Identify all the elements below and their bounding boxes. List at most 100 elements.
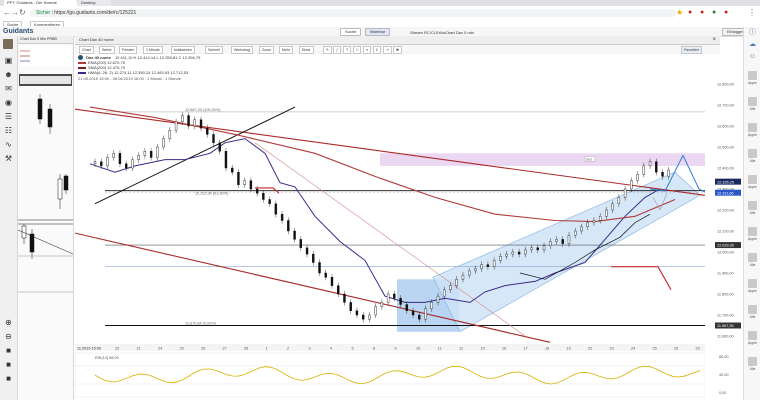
sidebar-item[interactable]: Apple [746, 279, 759, 293]
arrow-tool-icon[interactable]: ↗ [383, 46, 393, 54]
sub-tab[interactable]: Stream RC/CI-Erlös [410, 30, 445, 35]
main-chart-header: Chart Dax 40 nome × [75, 36, 720, 45]
candle-up [162, 138, 165, 148]
candle-up [623, 188, 627, 198]
sidebar-item[interactable]: Apple [746, 175, 759, 189]
folder-icon[interactable]: ■ [4, 374, 13, 383]
tools-icon[interactable]: ⚒ [4, 154, 13, 163]
sidebar-item[interactable]: Apple [746, 331, 759, 345]
time-tick-label: 5 [352, 347, 354, 351]
toolbar-tools[interactable]: Werkzeug [231, 46, 254, 54]
search-tab[interactable]: Suche [340, 28, 362, 36]
sidebar-item[interactable]: Apple [746, 123, 759, 137]
candle-up [368, 314, 371, 320]
toolbar-indicators[interactable]: Indikatoren [171, 46, 195, 54]
trash-icon[interactable]: ✖ [393, 46, 403, 54]
forward-icon[interactable]: → [11, 9, 19, 17]
toolbar-more[interactable]: Mehr [279, 46, 294, 54]
indicator-tick-label: 0,00 [719, 391, 726, 395]
candle-up [461, 274, 465, 280]
cloud-icon[interactable]: ☁ [746, 41, 759, 48]
back-icon[interactable]: ← [3, 9, 11, 17]
monitor-icon[interactable]: ▣ [4, 56, 13, 65]
candle-up [467, 270, 471, 276]
toolbar-settings[interactable]: Einst. [299, 46, 314, 54]
extension-icon[interactable]: ● [724, 9, 728, 17]
text-tool-icon[interactable]: T [343, 46, 352, 54]
menu-icon[interactable]: ⋮ [748, 9, 756, 17]
mail-icon[interactable]: ✉ [4, 84, 13, 93]
secure-label: Sicher [36, 10, 51, 16]
price-tick-label: 11.800,00 [717, 293, 734, 297]
shape-tool-icon[interactable]: □ [353, 46, 362, 54]
legend-range: 21.06.2019 15:00 - 28.06.2019 16:00 : 1 … [78, 76, 181, 81]
candle-down [199, 119, 203, 129]
remove-icon[interactable]: ⊖ [4, 332, 13, 341]
folder-icon[interactable]: ■ [4, 346, 13, 355]
user-thumbnail [748, 175, 757, 184]
sidebar-item[interactable]: Apple [746, 71, 759, 85]
sidebar-item-label: Apple [748, 341, 757, 345]
candle-down [399, 297, 402, 305]
candle-down [280, 213, 284, 221]
candle-up [449, 285, 452, 291]
small-chart[interactable] [18, 44, 73, 400]
guidants-logo[interactable]: Guidants [3, 28, 33, 35]
channel-tool-icon[interactable]: ‖ [373, 46, 381, 54]
candle-up [611, 203, 614, 211]
sidebar-item[interactable]: Alle [746, 201, 759, 215]
eye-icon[interactable]: ◉ [4, 98, 13, 107]
sidebar-item[interactable]: Alle [746, 97, 759, 111]
add-icon[interactable]: ⊕ [4, 318, 13, 327]
list-icon[interactable]: ☷ [4, 126, 13, 135]
chat-icon[interactable]: ☰ [4, 112, 13, 121]
sidebar-item-label: Apple [748, 237, 757, 241]
sidebar-item-label: Apple [748, 81, 757, 85]
time-tick-label: 4 [330, 347, 332, 351]
legend-row[interactable]: HMA(6, 26, 2) 12.274,11 12.350,24 12.483… [78, 70, 258, 75]
toolbar-zoom[interactable]: Zoom [259, 46, 275, 54]
drawing-tool-icon[interactable]: ✎ [323, 46, 333, 54]
candle-up [174, 121, 178, 131]
price-tick-label: 11.700,00 [717, 314, 734, 318]
sidebar-item[interactable]: Alle [746, 305, 759, 319]
indicator-tick-label: 80,00 [719, 355, 729, 359]
watchlist-tab[interactable]: Warnbar [365, 28, 391, 36]
close-icon[interactable]: × [712, 36, 716, 44]
toolbar-werte[interactable]: Werte [99, 46, 115, 54]
extension-icon[interactable]: ● [688, 9, 692, 17]
candle-down [293, 230, 296, 240]
folder-icon[interactable]: ■ [4, 360, 13, 369]
star-icon[interactable]: ★ [676, 9, 683, 17]
extension-icon[interactable]: ● [700, 9, 704, 17]
toolbar-chart[interactable]: Chart [79, 46, 94, 54]
chart-icon[interactable]: ∿ [4, 140, 13, 149]
sidebar-item[interactable]: Apple [746, 227, 759, 241]
avatar[interactable] [3, 39, 13, 49]
time-tick-label: 8 [373, 347, 375, 351]
toolbar-fenster[interactable]: Fenster [119, 46, 138, 54]
sidebar-item[interactable]: Alle [746, 149, 759, 163]
candle-down [561, 239, 564, 244]
sidebar-item[interactable]: Alle [746, 253, 759, 267]
sub-tab[interactable]: Chart Dax 5 min [445, 30, 474, 35]
line-tool-icon[interactable]: ╱ [333, 46, 342, 54]
candle-up [586, 222, 589, 228]
fib-tool-icon[interactable]: ≡ [363, 46, 372, 54]
candle-up [131, 159, 134, 169]
toolbar-quick[interactable]: Schnell [205, 46, 223, 54]
sidebar-item-label: Alle [749, 263, 756, 267]
toolbar-interval[interactable]: 1 Minute [143, 46, 163, 54]
candle-down [355, 310, 359, 316]
sidebar-item[interactable]: Alle [746, 357, 759, 371]
help-icon[interactable]: ⓘ [746, 29, 759, 36]
url-field[interactable]: Sicher | https://go.guidants.com/de#c/12… [30, 9, 676, 17]
favorites-button[interactable]: Favoriten [681, 46, 702, 54]
candle-down [187, 115, 190, 127]
user-icon[interactable]: ☻ [4, 70, 13, 79]
reload-icon[interactable]: ↻ [19, 9, 26, 17]
people-icon[interactable]: ☺ [746, 53, 759, 60]
price-tick-label: 12.600,00 [717, 125, 734, 129]
extension-icon[interactable]: ● [712, 9, 716, 17]
main-price-chart[interactable]: 12.667,20 (100,00%) 12.292,90 (61,80%) 11.… [75, 54, 720, 400]
